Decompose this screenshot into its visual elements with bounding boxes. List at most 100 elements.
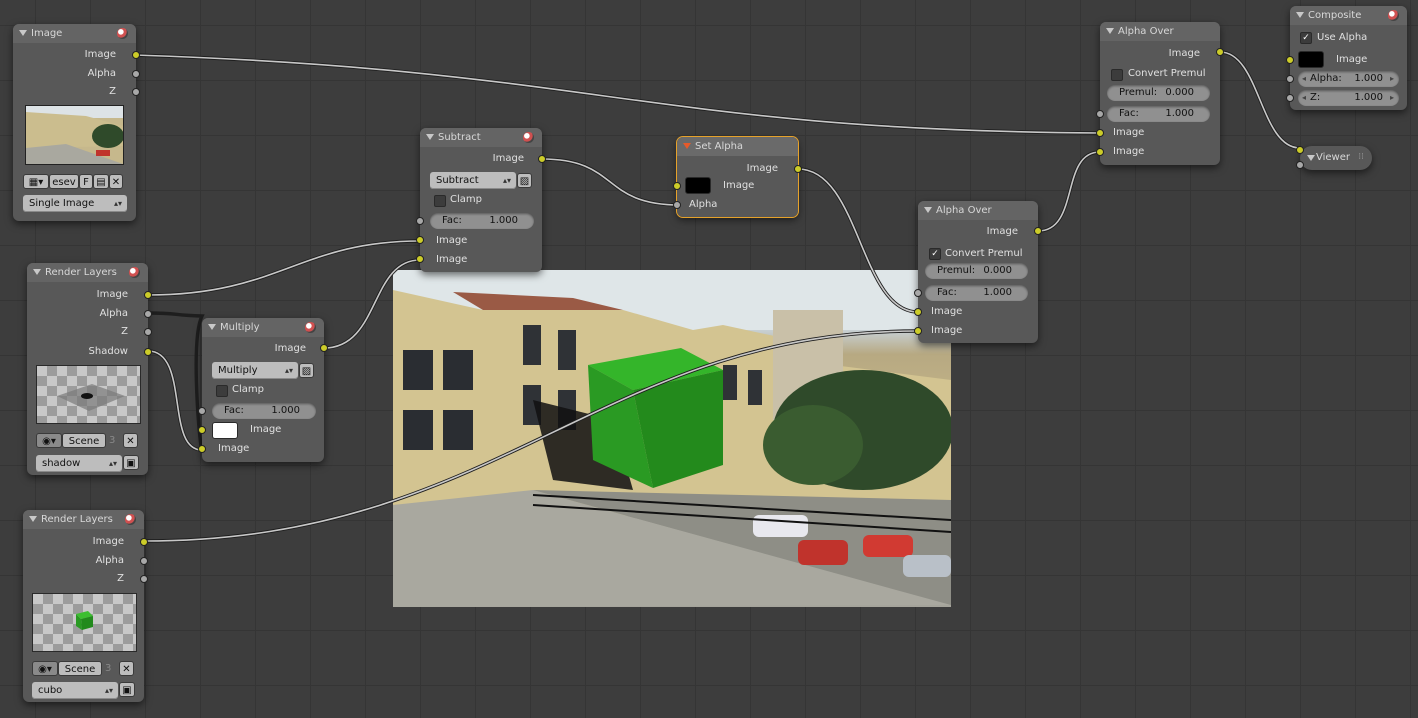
render-layers-header[interactable]: Render Layers <box>23 510 144 529</box>
preview-toggle-icon[interactable] <box>125 514 136 525</box>
render-layer-icon[interactable]: ▣ <box>123 455 139 470</box>
preview-toggle-icon[interactable] <box>1388 10 1399 21</box>
render-layer-icon[interactable]: ▣ <box>119 682 135 697</box>
alpha-field[interactable]: ◂ Alpha: 1.000 ▸ <box>1298 71 1399 87</box>
subtract-node[interactable]: Subtract Image Subtract ▴▾ ▨ Clamp Fac: 1.… <box>416 128 546 272</box>
unlink-icon[interactable]: ✕ <box>123 433 138 448</box>
alpha-over-header[interactable]: Alpha Over <box>918 201 1038 220</box>
preview-toggle-icon[interactable] <box>523 132 534 143</box>
input-alpha-socket[interactable] <box>673 201 681 209</box>
fac-field[interactable]: Fac: 1.000 <box>430 213 534 229</box>
clamp-checkbox[interactable] <box>434 195 446 207</box>
input-image-socket[interactable] <box>673 182 681 190</box>
fac-field[interactable]: Fac: 1.000 <box>212 403 316 419</box>
output-image-socket[interactable] <box>538 155 546 163</box>
premul-field[interactable]: Premul: 0.000 <box>925 263 1028 279</box>
preview-toggle-icon[interactable] <box>129 267 140 278</box>
convert-premul-checkbox[interactable] <box>1111 69 1123 81</box>
unlink-icon[interactable]: ✕ <box>109 174 123 189</box>
input-image2-socket[interactable] <box>198 445 206 453</box>
set-alpha-node[interactable]: Set Alpha Image Image Alpha <box>673 136 802 218</box>
unlink-icon[interactable]: ✕ <box>119 661 134 676</box>
image-color-swatch[interactable] <box>685 177 711 194</box>
blend-type-select[interactable]: Multiply ▴▾ <box>212 362 298 379</box>
premul-field[interactable]: Premul: 0.000 <box>1107 85 1210 101</box>
z-field[interactable]: ◂ Z: 1.000 ▸ <box>1298 90 1399 106</box>
render-layers-cubo-node[interactable]: Render Layers Image Alpha Z ◉▾ Scene 3 ✕… <box>23 510 148 702</box>
input-image-socket[interactable] <box>1286 56 1294 64</box>
alpha-over-node-middle[interactable]: Alpha Over Image ✓ Convert Premul Premul… <box>914 201 1042 343</box>
expand-icon[interactable] <box>1307 155 1315 161</box>
output-alpha-socket[interactable] <box>140 557 148 565</box>
subtract-header[interactable]: Subtract <box>420 128 542 147</box>
increment-arrow-icon[interactable]: ▸ <box>1390 90 1394 106</box>
output-z-socket[interactable] <box>140 575 148 583</box>
scene-browse-button[interactable]: ◉▾ <box>32 661 58 676</box>
multiply-node[interactable]: Multiply Image Multiply ▴▾ ▨ Clamp Fac: 1.… <box>198 318 328 462</box>
viewer-node[interactable]: Viewer ⁞⁞ <box>1296 146 1372 170</box>
input-image2-socket[interactable] <box>914 327 922 335</box>
increment-arrow-icon[interactable]: ▸ <box>1390 71 1394 87</box>
image-name-field[interactable]: esev <box>49 174 79 189</box>
output-image-socket[interactable] <box>320 344 328 352</box>
output-shadow-socket[interactable] <box>144 348 152 356</box>
input-fac-socket[interactable] <box>198 407 206 415</box>
input-image1-socket[interactable] <box>914 308 922 316</box>
alpha-over-header[interactable]: Alpha Over <box>1100 22 1220 41</box>
input-image1-socket[interactable] <box>198 426 206 434</box>
collapse-icon[interactable] <box>1296 12 1304 18</box>
collapse-icon[interactable] <box>29 516 37 522</box>
render-layers-header[interactable]: Render Layers <box>27 263 148 282</box>
decrement-arrow-icon[interactable]: ◂ <box>1302 71 1306 87</box>
collapse-icon[interactable] <box>1106 28 1114 34</box>
output-image-socket[interactable] <box>144 291 152 299</box>
image-color-swatch[interactable] <box>1298 51 1324 68</box>
convert-premul-checkbox[interactable]: ✓ <box>929 248 941 260</box>
collapse-icon[interactable] <box>683 143 691 149</box>
output-z-socket[interactable] <box>144 328 152 336</box>
image-node-header[interactable]: Image <box>13 24 136 43</box>
collapse-icon[interactable] <box>33 269 41 275</box>
use-alpha-icon[interactable]: ▨ <box>299 363 314 378</box>
scene-browse-button[interactable]: ◉▾ <box>36 433 62 448</box>
preview-toggle-icon[interactable] <box>305 322 316 333</box>
open-file-icon[interactable]: ▤ <box>93 174 109 189</box>
collapse-icon[interactable] <box>924 207 932 213</box>
decrement-arrow-icon[interactable]: ◂ <box>1302 90 1306 106</box>
output-alpha-socket[interactable] <box>132 70 140 78</box>
input-image2-socket[interactable] <box>1096 148 1104 156</box>
input-alpha-socket[interactable] <box>1286 75 1294 83</box>
viewer-grip-icon[interactable]: ⁞⁞ <box>1358 150 1364 164</box>
input-image-socket[interactable] <box>1296 146 1304 154</box>
use-alpha-icon[interactable]: ▨ <box>517 173 532 188</box>
output-image-socket[interactable] <box>794 165 802 173</box>
set-alpha-header[interactable]: Set Alpha <box>677 137 798 156</box>
fac-field[interactable]: Fac: 1.000 <box>1107 106 1210 122</box>
image-browse-button[interactable]: ▦▾ <box>23 174 49 189</box>
output-image-socket[interactable] <box>140 538 148 546</box>
blend-type-select[interactable]: Subtract ▴▾ <box>430 172 516 189</box>
output-image-socket[interactable] <box>1216 48 1224 56</box>
input-image1-socket[interactable] <box>416 236 424 244</box>
composite-node[interactable]: Composite ✓ Use Alpha Image ◂ Alpha: 1.000… <box>1286 6 1407 110</box>
use-alpha-checkbox[interactable]: ✓ <box>1300 32 1312 44</box>
input-z-socket[interactable] <box>1286 94 1294 102</box>
layer-select[interactable]: shadow ▴▾ <box>36 455 122 472</box>
composite-header[interactable]: Composite <box>1290 6 1407 25</box>
alpha-over-node-top[interactable]: Alpha Over Image Convert Premul Premul: 0… <box>1096 22 1224 165</box>
image-node[interactable]: Image Image Alpha Z ▦▾ esev F ▤ ✕ Single… <box>13 24 140 221</box>
output-alpha-socket[interactable] <box>144 310 152 318</box>
output-image-socket[interactable] <box>132 51 140 59</box>
image-source-select[interactable]: Single Image ▴▾ <box>23 195 127 212</box>
output-z-socket[interactable] <box>132 88 140 96</box>
scene-name-field[interactable]: Scene <box>58 661 102 676</box>
preview-toggle-icon[interactable] <box>117 28 128 39</box>
collapse-icon[interactable] <box>208 324 216 330</box>
fake-user-button[interactable]: F <box>79 174 93 189</box>
multiply-header[interactable]: Multiply <box>202 318 324 337</box>
scene-name-field[interactable]: Scene <box>62 433 106 448</box>
layer-select[interactable]: cubo ▴▾ <box>32 682 118 699</box>
input-alpha-socket[interactable] <box>1296 161 1304 169</box>
input-fac-socket[interactable] <box>914 289 922 297</box>
clamp-checkbox[interactable] <box>216 385 228 397</box>
